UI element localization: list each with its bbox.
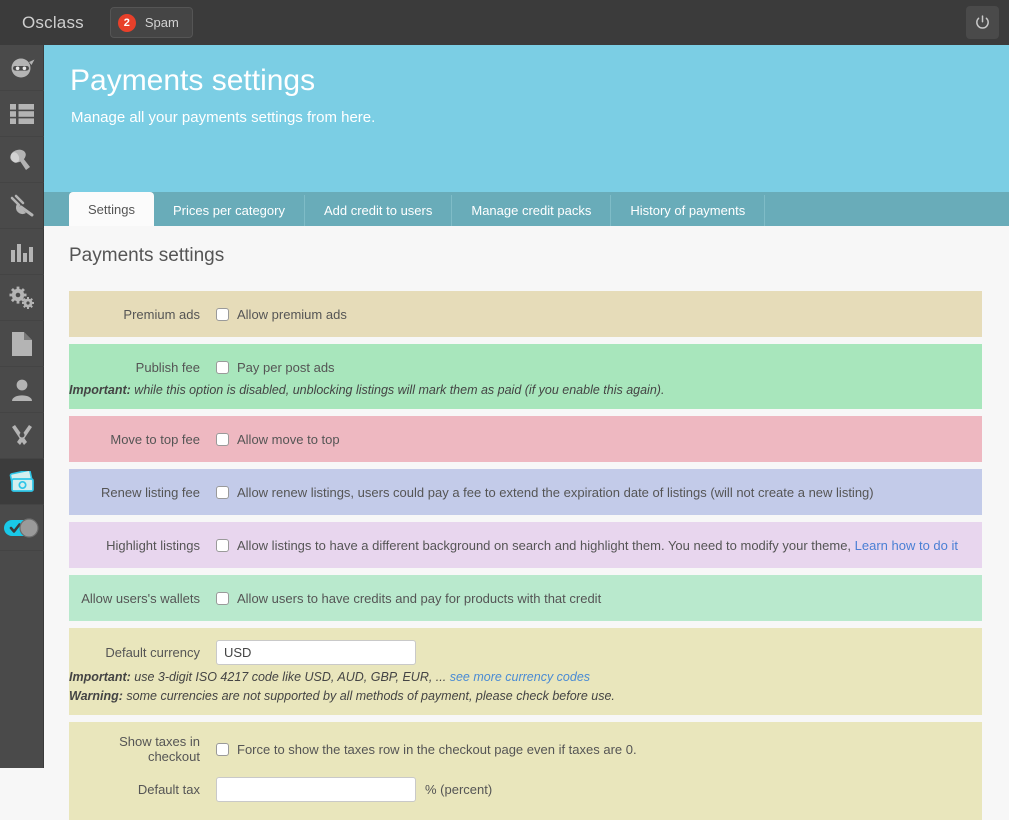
move-to-top-fee-checkbox[interactable] (216, 432, 229, 446)
sidebar-item-toggle[interactable] (0, 505, 44, 551)
renew-listing-fee-label: Renew listing fee (101, 484, 200, 500)
bar-chart-icon (11, 242, 33, 262)
default-currency-input[interactable] (216, 640, 416, 665)
spam-button-label: Spam (144, 15, 179, 30)
sidebar-item-pages[interactable] (0, 321, 44, 367)
user-icon (11, 379, 33, 401)
page-subtitle: Manage all your payments settings from h… (71, 109, 376, 126)
main-content: Payments settings Premium ads Allow prem… (44, 226, 982, 820)
list-icon (10, 103, 34, 124)
highlight-listings-label: Highlight listings (106, 537, 200, 553)
row-renew-listing-fee: Renew listing fee Allow renew listings, … (69, 469, 982, 515)
default-currency-note-important: Important: use 3-digit ISO 4217 code lik… (69, 670, 982, 684)
row-taxes: Show taxes in checkout Force to show the… (69, 722, 982, 820)
sidebar-item-appearance[interactable] (0, 137, 44, 183)
currency-note-bold: Important: (69, 670, 131, 684)
sidebar-item-listings[interactable] (0, 91, 44, 137)
see-more-currency-codes-link[interactable]: see more currency codes (450, 670, 590, 684)
sidebar-item-statistics[interactable] (0, 229, 44, 275)
settings-rows: Premium ads Allow premium ads Publish fe… (69, 291, 982, 820)
tab-prices-per-category[interactable]: Prices per category (154, 195, 305, 226)
allow-users-wallets-label: Allow users's wallets (81, 590, 200, 606)
publish-fee-checkbox[interactable] (216, 360, 229, 374)
default-tax-label: Default tax (137, 782, 200, 797)
page-header-banner: Payments settings Manage all your paymen… (44, 45, 1009, 192)
row-publish-fee: Publish fee Pay per post ads Important: … (69, 344, 982, 409)
learn-how-to-do-it-link[interactable]: Learn how to do it (855, 538, 958, 553)
show-taxes-checkbox[interactable] (216, 742, 229, 756)
row-move-to-top-fee: Move to top fee Allow move to top (69, 416, 982, 462)
sidebar-item-plugins[interactable] (0, 183, 44, 229)
allow-users-wallets-checkbox-label: Allow users to have credits and pay for … (237, 590, 602, 606)
row-premium-ads: Premium ads Allow premium ads (69, 291, 982, 337)
currency-warning-bold: Warning: (69, 689, 123, 703)
tab-bar: Settings Prices per category Add credit … (44, 192, 1009, 226)
publish-fee-note: Important: while this option is disabled… (69, 383, 982, 397)
sidebar-item-tools[interactable] (0, 413, 44, 459)
highlight-listings-text: Allow listings to have a different backg… (237, 537, 855, 553)
page-title: Payments settings (70, 64, 316, 97)
allow-users-wallets-checkbox[interactable] (216, 591, 229, 605)
renew-listing-fee-checkbox[interactable] (216, 485, 229, 499)
row-allow-users-wallets: Allow users's wallets Allow users to hav… (69, 575, 982, 621)
highlight-listings-checkbox[interactable] (216, 538, 229, 552)
tab-settings[interactable]: Settings (69, 192, 154, 226)
premium-ads-checkbox[interactable] (216, 307, 229, 321)
top-bar: Osclass 2 Spam (0, 0, 1009, 45)
right-gutter (982, 226, 1009, 768)
sidebar (0, 45, 44, 768)
money-icon (8, 470, 36, 493)
paint-roller-icon (9, 148, 35, 172)
page-icon (12, 331, 32, 356)
sidebar-item-payments[interactable] (0, 459, 44, 505)
publish-fee-note-text: while this option is disabled, unblockin… (130, 383, 665, 397)
tools-icon (10, 424, 34, 448)
section-title: Payments settings (69, 245, 225, 266)
tab-add-credit-to-users[interactable]: Add credit to users (305, 195, 453, 226)
toggle-switch-icon (4, 517, 40, 538)
app-brand[interactable]: Osclass (22, 13, 84, 33)
highlight-listings-checkbox-label: Allow listings to have a different backg… (237, 538, 958, 553)
default-currency-note-warning: Warning: some currencies are not support… (69, 689, 982, 703)
renew-listing-fee-checkbox-label: Allow renew listings, users could pay a … (237, 484, 874, 500)
row-default-currency: Default currency Important: use 3-digit … (69, 628, 982, 715)
sidebar-item-users[interactable] (0, 367, 44, 413)
default-tax-input[interactable] (216, 777, 416, 802)
move-to-top-fee-checkbox-label: Allow move to top (237, 431, 340, 447)
ninja-head-icon (9, 57, 35, 79)
power-icon[interactable] (966, 6, 999, 39)
publish-fee-label: Publish fee (135, 359, 200, 375)
sidebar-item-ninja-head[interactable] (0, 45, 44, 91)
premium-ads-label: Premium ads (123, 306, 200, 322)
row-highlight-listings: Highlight listings Allow listings to hav… (69, 522, 982, 568)
sidebar-item-settings[interactable] (0, 275, 44, 321)
currency-note-text: use 3-digit ISO 4217 code like USD, AUD,… (130, 670, 450, 684)
premium-ads-checkbox-label: Allow premium ads (237, 306, 347, 322)
currency-warning-text: some currencies are not supported by all… (122, 689, 615, 703)
show-taxes-label: Show taxes in checkout (119, 734, 200, 764)
move-to-top-fee-label: Move to top fee (110, 431, 200, 447)
plug-icon (9, 194, 35, 218)
gears-icon (9, 286, 35, 310)
publish-fee-note-bold: Important: (69, 383, 131, 397)
publish-fee-checkbox-label: Pay per post ads (237, 359, 335, 375)
default-currency-label: Default currency (105, 645, 200, 660)
tab-history-of-payments[interactable]: History of payments (611, 195, 766, 226)
spam-count-badge: 2 (117, 13, 136, 32)
spam-button[interactable]: 2 Spam (109, 7, 193, 38)
show-taxes-checkbox-label: Force to show the taxes row in the check… (237, 741, 637, 757)
tab-manage-credit-packs[interactable]: Manage credit packs (452, 195, 612, 226)
default-tax-suffix: % (percent) (425, 782, 493, 797)
